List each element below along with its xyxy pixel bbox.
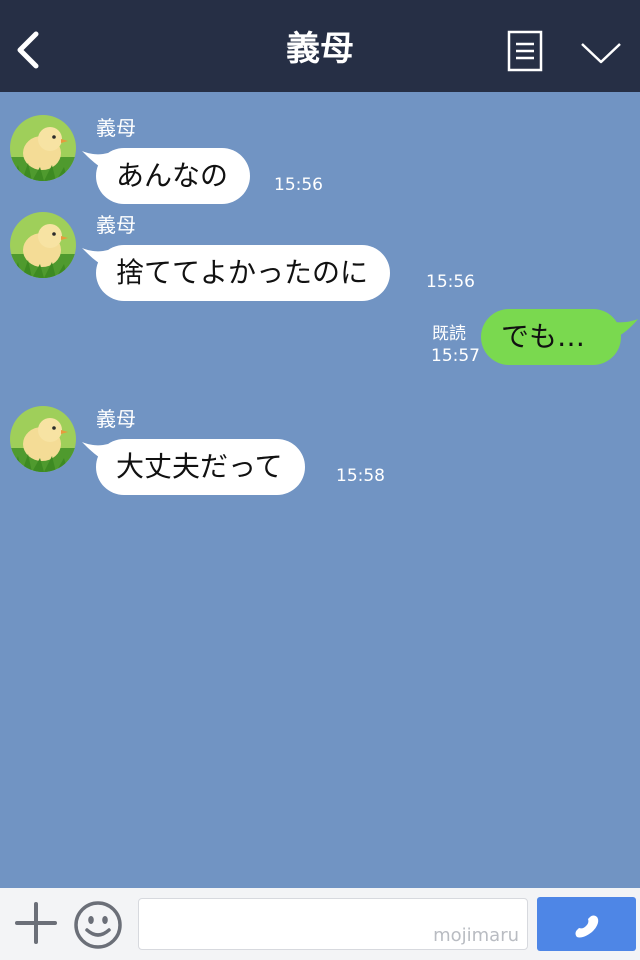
chat-title: 義母 — [286, 29, 354, 69]
avatar[interactable] — [10, 406, 76, 472]
chat-area[interactable]: 義母 あんなの 15:56 義母 捨ててよかったのに 15:56 既読 15:5… — [0, 92, 640, 888]
add-attachment-button[interactable] — [14, 900, 58, 946]
message-time: 15:58 — [336, 466, 385, 486]
avatar[interactable] — [10, 212, 76, 278]
sender-name: 義母 — [96, 407, 136, 431]
message-time: 15:56 — [426, 272, 475, 292]
message-bubble[interactable]: あんなの — [96, 148, 251, 204]
watermark: mojimaru — [433, 925, 519, 946]
read-receipt: 既読 — [432, 324, 466, 344]
plus-icon — [15, 902, 57, 944]
notes-icon — [507, 30, 543, 72]
chick-avatar-icon — [10, 115, 76, 181]
avatar[interactable] — [10, 115, 76, 181]
message-bubble[interactable]: 捨ててよかったのに — [96, 245, 391, 301]
menu-button[interactable] — [578, 38, 624, 70]
message-bubble[interactable]: 大丈夫だって — [96, 439, 305, 495]
message-input[interactable]: mojimaru — [138, 898, 528, 950]
message-time: 15:56 — [274, 175, 323, 195]
sender-name: 義母 — [96, 213, 136, 237]
message-bubble[interactable]: でも… — [481, 309, 621, 365]
smiley-icon — [74, 901, 122, 949]
input-bar: mojimaru — [0, 888, 640, 960]
chevron-down-icon — [581, 43, 621, 64]
call-button[interactable] — [537, 897, 636, 951]
message-time: 15:57 — [431, 346, 480, 366]
chick-avatar-icon — [10, 406, 76, 472]
phone-icon — [575, 915, 599, 938]
chick-avatar-icon — [10, 212, 76, 278]
notes-button[interactable] — [507, 30, 543, 72]
chat-header: 義母 — [0, 0, 640, 92]
sender-name: 義母 — [96, 116, 136, 140]
emoji-button[interactable] — [73, 900, 123, 950]
